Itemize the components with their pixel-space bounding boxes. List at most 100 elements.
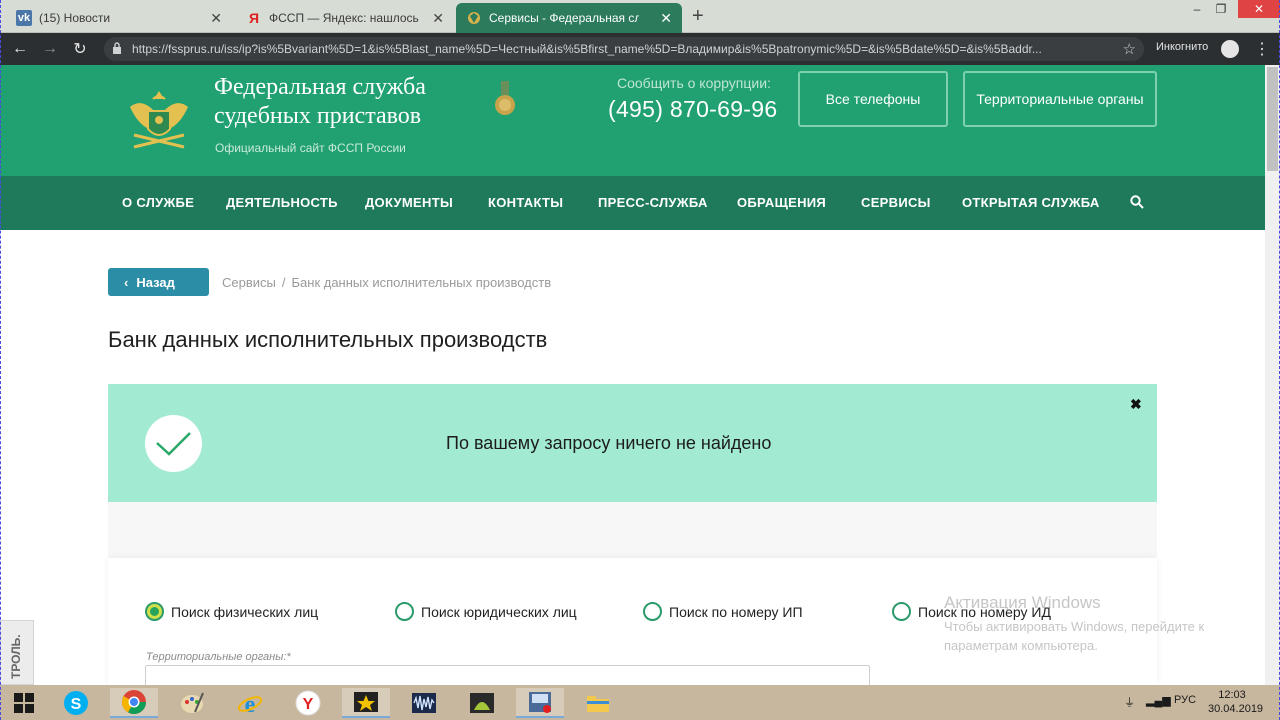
- alert-message: По вашему запросу ничего не найдено: [446, 433, 772, 453]
- internet-explorer-icon[interactable]: e: [226, 688, 274, 718]
- language-indicator[interactable]: РУС: [1174, 694, 1196, 706]
- close-icon[interactable]: ✕: [432, 10, 444, 27]
- page-scrollbar[interactable]: [1265, 65, 1280, 685]
- nav-item-press[interactable]: ПРЕСС-СЛУЖБА: [598, 195, 708, 210]
- nav-item-open-service[interactable]: ОТКРЫТАЯ СЛУЖБА: [962, 195, 1100, 210]
- corruption-phone[interactable]: (495) 870-69-96: [608, 96, 777, 123]
- yandex-browser-icon[interactable]: Y: [284, 688, 332, 718]
- url-text: https://fssprus.ru/iss/ip?is%5Bvariant%5…: [132, 42, 1042, 56]
- radio-empty-icon: [395, 602, 414, 621]
- page-title: Банк данных исполнительных производств: [108, 327, 548, 352]
- browser-toolbar: ← → ↻ https://fssprus.ru/iss/ip?is%5Bvar…: [0, 33, 1280, 65]
- alert-close-icon[interactable]: ✖: [1130, 396, 1142, 413]
- yandex-icon: Я: [248, 10, 260, 26]
- vk-icon: vk: [16, 10, 32, 26]
- window-close-icon[interactable]: ✕: [1238, 0, 1280, 18]
- tab-fssp-services[interactable]: Сервисы - Федеральная служб ✕: [456, 3, 682, 33]
- radio-label: Поиск физических лиц: [171, 603, 319, 620]
- chrome-icon[interactable]: [110, 688, 158, 718]
- clock-date: 30.04.2019: [1208, 703, 1264, 715]
- new-tab-icon[interactable]: +: [692, 5, 704, 28]
- radio-empty-icon: [643, 602, 662, 621]
- svg-text:S: S: [71, 696, 82, 713]
- spacer: [108, 502, 1157, 558]
- paint-icon[interactable]: [168, 688, 216, 718]
- org-subtitle: Официальный сайт ФССП России: [215, 141, 406, 155]
- radio-legal-entities[interactable]: Поиск юридических лиц: [395, 602, 577, 621]
- network-signal-icon[interactable]: ▂▄▆: [1146, 694, 1171, 707]
- tab-vk[interactable]: vk (15) Новости ✕: [6, 3, 232, 33]
- back-arrow-icon[interactable]: ←: [10, 39, 30, 59]
- breadcrumb-services[interactable]: Сервисы: [222, 275, 276, 290]
- lock-icon: [113, 42, 121, 54]
- breadcrumb-separator: /: [281, 275, 286, 290]
- radio-individuals[interactable]: Поиск физических лиц: [145, 602, 318, 621]
- org-name[interactable]: Федеральная служба судебных приставов: [214, 73, 494, 131]
- nav-item-contacts[interactable]: КОНТАКТЫ: [488, 195, 563, 210]
- watermark-title: Активация Windows: [944, 593, 1101, 612]
- svg-text:Y: Y: [303, 696, 314, 713]
- forward-arrow-icon[interactable]: →: [40, 39, 60, 59]
- address-bar[interactable]: https://fssprus.ru/iss/ip?is%5Bvariant%5…: [104, 37, 1144, 61]
- capture-frame-left: [0, 0, 1, 720]
- incognito-icon[interactable]: [1221, 40, 1239, 58]
- territorial-bodies-button[interactable]: Территориальные органы: [963, 71, 1157, 127]
- bookmark-star-icon[interactable]: ☆: [1123, 40, 1136, 58]
- windows-start-icon[interactable]: [0, 688, 48, 718]
- nav-item-about[interactable]: О СЛУЖБЕ: [122, 195, 194, 210]
- main-nav: О СЛУЖБЕ ДЕЯТЕЛЬНОСТЬ ДОКУМЕНТЫ КОНТАКТЫ…: [0, 176, 1265, 230]
- nav-item-services[interactable]: СЕРВИСЫ: [861, 195, 931, 210]
- menu-dots-icon[interactable]: ⋮: [1254, 39, 1270, 59]
- taskbar-clock[interactable]: 12:03 30.04.2019: [1208, 688, 1264, 716]
- back-button[interactable]: ‹ Назад: [108, 268, 209, 296]
- close-icon[interactable]: ✕: [660, 10, 672, 27]
- windows-taskbar: S e Y ⏚ ▂▄▆ РУС 12:03 30.04.2019: [0, 685, 1280, 720]
- check-icon: [145, 415, 202, 472]
- fssp-emblem-icon[interactable]: [126, 85, 192, 155]
- tab-title: Сервисы - Федеральная служб: [489, 11, 639, 25]
- breadcrumb: Сервисы / Банк данных исполнительных произ…: [222, 275, 551, 290]
- file-explorer-icon[interactable]: [574, 688, 622, 718]
- usb-icon[interactable]: ⏚: [1124, 694, 1135, 710]
- all-phones-button[interactable]: Все телефоны: [798, 71, 948, 127]
- scrollbar-thumb[interactable]: [1267, 67, 1278, 171]
- svg-text:e: e: [245, 692, 256, 716]
- radio-label: Поиск по номеру ИП: [669, 603, 803, 620]
- nav-item-appeals[interactable]: ОБРАЩЕНИЯ: [737, 195, 826, 210]
- corruption-report-label: Сообщить о коррупции:: [617, 75, 771, 91]
- close-icon[interactable]: ✕: [210, 10, 222, 27]
- search-icon[interactable]: [1130, 195, 1144, 209]
- chevron-left-icon: ‹: [124, 274, 129, 290]
- breadcrumb-current: Банк данных исполнительных производств: [291, 275, 552, 290]
- minimize-icon[interactable]: –: [1184, 0, 1210, 18]
- tab-title: (15) Новости: [39, 11, 111, 25]
- side-feedback-tab[interactable]: ТРОЛЬ.: [0, 620, 34, 685]
- radio-empty-icon: [892, 602, 911, 621]
- windows-activation-watermark: Активация Windows Чтобы активировать Win…: [944, 593, 1244, 655]
- tab-yandex[interactable]: Я ФССП — Яндекс: нашлось 7 ты ✕: [236, 3, 454, 33]
- restore-icon[interactable]: ❐: [1208, 0, 1234, 18]
- reload-icon[interactable]: ↻: [70, 39, 90, 59]
- medal-icon: [495, 81, 515, 115]
- watermark-text: Чтобы активировать Windows, перейдите к …: [944, 619, 1205, 653]
- screen-recorder-icon[interactable]: [516, 688, 564, 718]
- territorial-field-label: Территориальные органы:*: [146, 651, 291, 663]
- tab-title: ФССП — Яндекс: нашлось 7 ты: [269, 11, 419, 25]
- radio-selected-icon: [145, 602, 164, 621]
- movie-maker-icon[interactable]: [342, 688, 390, 718]
- radio-ip-number[interactable]: Поиск по номеру ИП: [643, 602, 803, 621]
- audio-editor-icon[interactable]: [400, 688, 448, 718]
- incognito-label: Инкогнито: [1156, 41, 1209, 53]
- side-tab-label: ТРОЛЬ.: [9, 634, 23, 679]
- back-button-label: Назад: [136, 274, 175, 290]
- nav-item-documents[interactable]: ДОКУМЕНТЫ: [365, 195, 453, 210]
- fssp-emblem-icon: [466, 10, 482, 26]
- site-header: Федеральная служба судебных приставов Оф…: [0, 65, 1265, 176]
- clock-time: 12:03: [1218, 689, 1246, 701]
- skype-icon[interactable]: S: [52, 688, 100, 718]
- radio-label: Поиск юридических лиц: [421, 603, 577, 620]
- android-emulator-icon[interactable]: [458, 688, 506, 718]
- result-alert: По вашему запросу ничего не найдено ✖: [108, 384, 1157, 502]
- browser-tabstrip: vk (15) Новости ✕ Я ФССП — Яндекс: нашло…: [0, 0, 1280, 33]
- nav-item-activity[interactable]: ДЕЯТЕЛЬНОСТЬ: [226, 195, 338, 210]
